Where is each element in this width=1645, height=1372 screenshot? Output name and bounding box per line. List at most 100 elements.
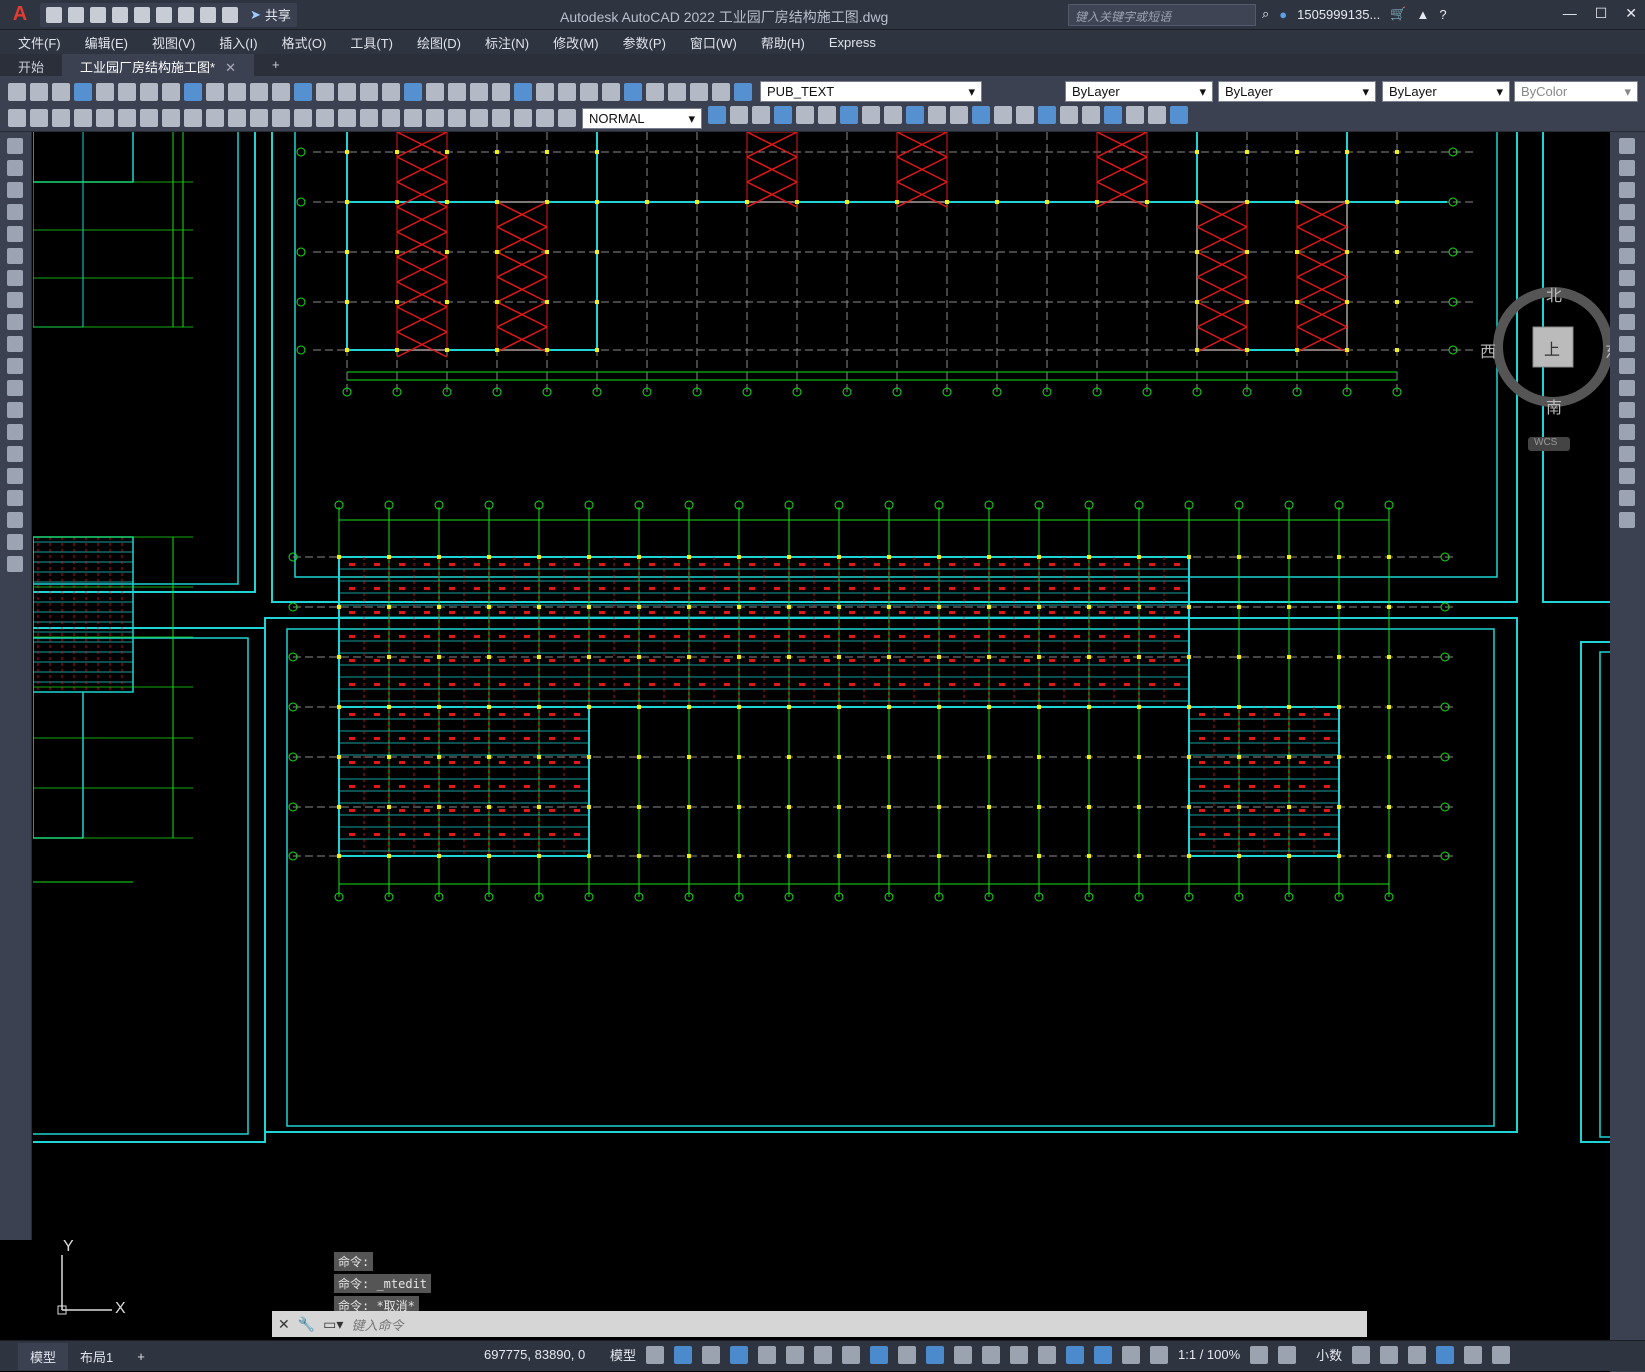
autodesk-app-icon[interactable]: ▲ — [1416, 7, 1429, 22]
tool-icon[interactable] — [96, 109, 114, 127]
tool-icon[interactable] — [184, 83, 202, 101]
share-button[interactable]: ➤ 共享 — [250, 5, 291, 24]
undo-icon[interactable] — [200, 6, 216, 23]
modify-tool-icon[interactable] — [1619, 226, 1635, 242]
transparency-icon[interactable] — [926, 1345, 945, 1364]
save-icon[interactable] — [90, 6, 106, 23]
tool-icon[interactable] — [1038, 106, 1056, 124]
tool-icon[interactable] — [624, 83, 642, 101]
tool-icon[interactable] — [818, 106, 836, 124]
tool-icon[interactable] — [206, 109, 224, 127]
tool-icon[interactable] — [646, 83, 664, 101]
customization-icon[interactable] — [1492, 1345, 1511, 1364]
modify-tool-icon[interactable] — [1619, 490, 1635, 506]
tab-start[interactable]: 开始 — [0, 54, 62, 76]
viewcube-east[interactable]: 东 — [1605, 338, 1610, 362]
close-tab-icon[interactable]: ✕ — [225, 60, 236, 75]
selection-cycling-icon[interactable] — [954, 1345, 973, 1364]
draw-tool-icon[interactable] — [7, 270, 23, 286]
tool-icon[interactable] — [862, 106, 880, 124]
tab-active-drawing[interactable]: 工业园厂房结构施工图* ✕ — [62, 54, 254, 76]
tool-icon[interactable] — [1126, 106, 1144, 124]
command-input[interactable]: 键入命令 — [351, 1315, 403, 1334]
tool-icon[interactable] — [972, 106, 990, 124]
draw-tool-icon[interactable] — [7, 380, 23, 396]
modify-tool-icon[interactable] — [1619, 138, 1635, 154]
draw-tool-icon[interactable] — [7, 424, 23, 440]
draw-tool-icon[interactable] — [7, 446, 23, 462]
tool-icon[interactable] — [602, 83, 620, 101]
tool-icon[interactable] — [730, 106, 748, 124]
modify-tool-icon[interactable] — [1619, 336, 1635, 352]
search-input[interactable]: 键入关键字或短语 — [1068, 4, 1256, 26]
draw-tool-icon[interactable] — [7, 490, 23, 506]
tool-icon[interactable] — [228, 109, 246, 127]
auto-scale-icon[interactable] — [1122, 1345, 1141, 1364]
tool-icon[interactable] — [74, 83, 92, 101]
new-icon[interactable] — [46, 6, 62, 23]
menu-item[interactable]: Express — [829, 35, 876, 50]
object-snap-icon[interactable] — [870, 1345, 889, 1364]
menu-item[interactable]: 标注(N) — [485, 33, 529, 52]
3d-osnap-icon[interactable] — [982, 1345, 1001, 1364]
modify-tool-icon[interactable] — [1619, 182, 1635, 198]
hardware-acceleration-icon[interactable] — [1436, 1345, 1455, 1364]
tool-icon[interactable] — [994, 106, 1012, 124]
autocad-logo-icon[interactable]: A — [0, 0, 40, 30]
modify-tool-icon[interactable] — [1619, 380, 1635, 396]
modify-tool-icon[interactable] — [1619, 248, 1635, 264]
tool-icon[interactable] — [492, 83, 510, 101]
viewcube-west[interactable]: 西 — [1480, 338, 1496, 362]
tool-icon[interactable] — [184, 109, 202, 127]
tool-icon[interactable] — [52, 109, 70, 127]
quick-properties-icon[interactable] — [1352, 1345, 1371, 1364]
tool-icon[interactable] — [250, 83, 268, 101]
modify-tool-icon[interactable] — [1619, 468, 1635, 484]
add-tab-button[interactable]: + — [254, 54, 298, 76]
tab-model[interactable]: 模型 — [18, 1342, 69, 1370]
tool-icon[interactable] — [162, 109, 180, 127]
layer-dropdown[interactable]: PUB_TEXT ▾ — [760, 81, 982, 102]
tool-icon[interactable] — [338, 109, 356, 127]
workspace-gear-icon[interactable] — [1250, 1345, 1269, 1364]
tool-icon[interactable] — [928, 106, 946, 124]
tool-icon[interactable] — [250, 109, 268, 127]
tool-icon[interactable] — [8, 109, 26, 127]
clean-screen-icon[interactable] — [1464, 1345, 1483, 1364]
tool-icon[interactable] — [1082, 106, 1100, 124]
help-icon[interactable]: ? — [1439, 7, 1446, 22]
viewcube-top[interactable]: 上 — [1544, 336, 1560, 360]
linetype-dropdown[interactable]: ByLayer ▾ — [1218, 81, 1376, 102]
save-to-web-icon[interactable] — [156, 6, 172, 23]
draw-tool-icon[interactable] — [7, 160, 23, 176]
customize-icon[interactable]: 🔧 — [298, 1316, 315, 1333]
user-icon[interactable]: ● — [1279, 7, 1287, 22]
tool-icon[interactable] — [228, 83, 246, 101]
annotation-scale-icon[interactable] — [1150, 1345, 1169, 1364]
ortho-icon[interactable] — [758, 1345, 777, 1364]
save-as-icon[interactable] — [112, 6, 128, 23]
draw-tool-icon[interactable] — [7, 468, 23, 484]
modify-tool-icon[interactable] — [1619, 314, 1635, 330]
annotation-monitor-icon[interactable] — [1278, 1345, 1297, 1364]
object-snap-tracking-icon[interactable] — [842, 1345, 861, 1364]
modify-tool-icon[interactable] — [1619, 512, 1635, 528]
tool-icon[interactable] — [426, 109, 444, 127]
selection-filter-icon[interactable] — [1038, 1345, 1057, 1364]
menu-item[interactable]: 编辑(E) — [85, 33, 128, 52]
tool-icon[interactable] — [1016, 106, 1034, 124]
tool-icon[interactable] — [206, 83, 224, 101]
tool-icon[interactable] — [448, 109, 466, 127]
open-from-web-icon[interactable] — [134, 6, 150, 23]
tool-icon[interactable] — [140, 83, 158, 101]
draw-tool-icon[interactable] — [7, 534, 23, 550]
viewcube-north[interactable]: 北 — [1546, 282, 1562, 306]
menu-item[interactable]: 格式(O) — [282, 33, 327, 52]
tool-icon[interactable] — [52, 83, 70, 101]
tab-layout1[interactable]: 布局1 — [68, 1343, 125, 1370]
tool-icon[interactable] — [382, 109, 400, 127]
tool-icon[interactable] — [1148, 106, 1166, 124]
tool-icon[interactable] — [668, 83, 686, 101]
infer-icon[interactable] — [702, 1345, 721, 1364]
scale-readout[interactable]: 1:1 / 100% — [1178, 1347, 1240, 1362]
